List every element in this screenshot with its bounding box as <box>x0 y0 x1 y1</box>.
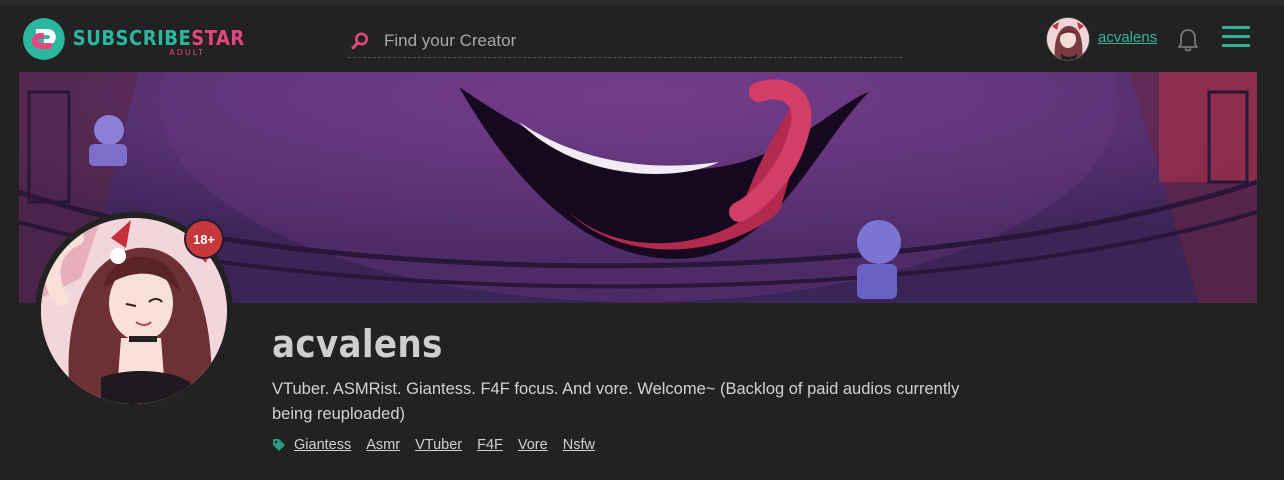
tag-link[interactable]: Vore <box>518 437 548 453</box>
username-link[interactable]: acvalens <box>1098 29 1157 46</box>
logo-wordmark: SUBSCRIBESTAR ADULT <box>73 17 244 61</box>
logo-adult-label: ADULT <box>169 48 205 57</box>
search-input[interactable] <box>382 23 886 58</box>
tag-link[interactable]: F4F <box>477 437 503 453</box>
search-icon[interactable] <box>350 31 370 51</box>
hamburger-menu-icon[interactable] <box>1222 26 1250 50</box>
age-badge: 18+ <box>184 219 224 259</box>
logo-text-star: STAR <box>191 26 245 50</box>
bell-icon[interactable] <box>1176 27 1200 53</box>
profile-name: acvalens <box>272 322 443 366</box>
site-header: SUBSCRIBESTAR ADULT acvalens <box>0 5 1284 71</box>
tag-link[interactable]: VTuber <box>415 437 462 453</box>
logo-text: SUBSCRIBESTAR <box>73 26 245 50</box>
tag-icon <box>273 439 285 451</box>
subscribestar-logo[interactable]: SUBSCRIBESTAR ADULT <box>22 17 244 61</box>
user-avatar-image <box>1047 18 1089 60</box>
logo-mark-icon <box>22 18 65 60</box>
profile-bio: VTuber. ASMRist. Giantess. F4F focus. An… <box>272 380 960 423</box>
menu-line <box>1222 35 1250 38</box>
tag-link[interactable]: Nsfw <box>563 437 595 453</box>
tag-list: Giantess Asmr VTuber F4F Vore Nsfw <box>272 437 610 453</box>
user-avatar[interactable] <box>1046 17 1090 61</box>
search-bar <box>348 23 902 58</box>
tag-link[interactable]: Giantess <box>294 437 351 453</box>
menu-line <box>1222 44 1250 47</box>
logo-text-subscribe: SUBSCRIBE <box>72 26 192 50</box>
tag-link[interactable]: Asmr <box>366 437 400 453</box>
menu-line <box>1222 26 1250 29</box>
